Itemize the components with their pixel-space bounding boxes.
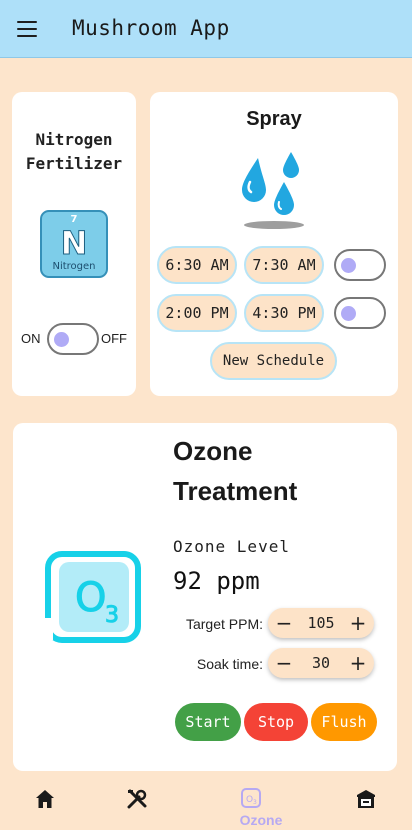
bottom-navigation: O 3 Ozone	[0, 778, 412, 830]
nav-item-tools[interactable]	[126, 786, 166, 826]
soak-time-decrement-button[interactable]: −	[272, 650, 296, 676]
app-bar: Mushroom App	[0, 0, 412, 58]
flush-button[interactable]: Flush	[311, 703, 377, 741]
soak-time-value: 30	[311, 654, 331, 672]
target-ppm-stepper: − 105 +	[268, 608, 374, 638]
schedule-1-end-time[interactable]: 7:30 AM	[244, 246, 324, 284]
target-ppm-increment-button[interactable]: +	[346, 610, 370, 636]
ozone-level-label: Ozone Level	[173, 537, 290, 556]
svg-text:O: O	[75, 575, 106, 621]
nitrogen-element-name: Nitrogen	[52, 261, 96, 272]
home-icon	[36, 790, 54, 808]
schedule-1-toggle[interactable]	[334, 249, 386, 281]
target-ppm-decrement-button[interactable]: −	[272, 610, 296, 636]
schedule-2-toggle[interactable]	[334, 297, 386, 329]
tools-icon	[127, 789, 147, 809]
toggle-knob	[341, 306, 356, 321]
ozone-o3-icon: O 3	[45, 551, 141, 643]
ozone-treatment-card: Ozone Treatment O 3 Ozone Level 92 ppm T…	[13, 423, 397, 771]
nav-item-storage[interactable]	[356, 786, 396, 826]
toggle-on-label: ON	[21, 331, 41, 346]
nitrogen-toggle-switch[interactable]	[47, 323, 99, 355]
nitrogen-card-title: Nitrogen Fertilizer	[25, 130, 123, 173]
nitrogen-element-symbol: N	[60, 224, 88, 263]
ozone-level-value: 92 ppm	[173, 567, 260, 595]
water-drops-icon	[242, 152, 304, 229]
toggle-knob	[54, 332, 69, 347]
svg-text:3: 3	[105, 603, 119, 628]
target-ppm-value: 105	[307, 614, 335, 632]
svg-text:3: 3	[253, 799, 257, 806]
hamburger-menu-icon[interactable]	[17, 21, 37, 37]
nitrogen-element-icon: 7 N Nitrogen	[40, 210, 108, 278]
soak-time-stepper: − 30 +	[268, 648, 374, 678]
stop-button[interactable]: Stop	[244, 703, 308, 741]
soak-time-increment-button[interactable]: +	[346, 650, 370, 676]
schedule-2-start-time[interactable]: 2:00 PM	[157, 294, 237, 332]
ozone-nav-icon: O 3	[241, 788, 261, 808]
app-title: Mushroom App	[72, 16, 230, 40]
nav-ozone-label: Ozone	[239, 812, 283, 828]
spray-card: Spray 6:30 AM 7:30 AM 2:00 PM 4:30 PM Ne…	[150, 92, 398, 396]
schedule-1-start-time[interactable]: 6:30 AM	[157, 246, 237, 284]
spray-card-title: Spray	[246, 108, 302, 130]
storage-bin-icon	[357, 790, 375, 808]
toggle-knob	[341, 258, 356, 273]
ozone-card-title: Ozone Treatment	[173, 436, 298, 506]
nitrogen-fertilizer-card: Nitrogen Fertilizer 7 N Nitrogen ON OFF	[12, 92, 136, 396]
nav-item-home[interactable]	[34, 786, 74, 826]
new-schedule-button[interactable]: New Schedule	[210, 342, 337, 380]
nav-item-ozone[interactable]: O 3 Ozone	[240, 786, 282, 828]
target-ppm-label: Target PPM:	[185, 616, 263, 632]
start-button[interactable]: Start	[175, 703, 241, 741]
soak-time-label: Soak time:	[196, 656, 263, 672]
toggle-off-label: OFF	[101, 331, 127, 346]
schedule-2-end-time[interactable]: 4:30 PM	[244, 294, 324, 332]
